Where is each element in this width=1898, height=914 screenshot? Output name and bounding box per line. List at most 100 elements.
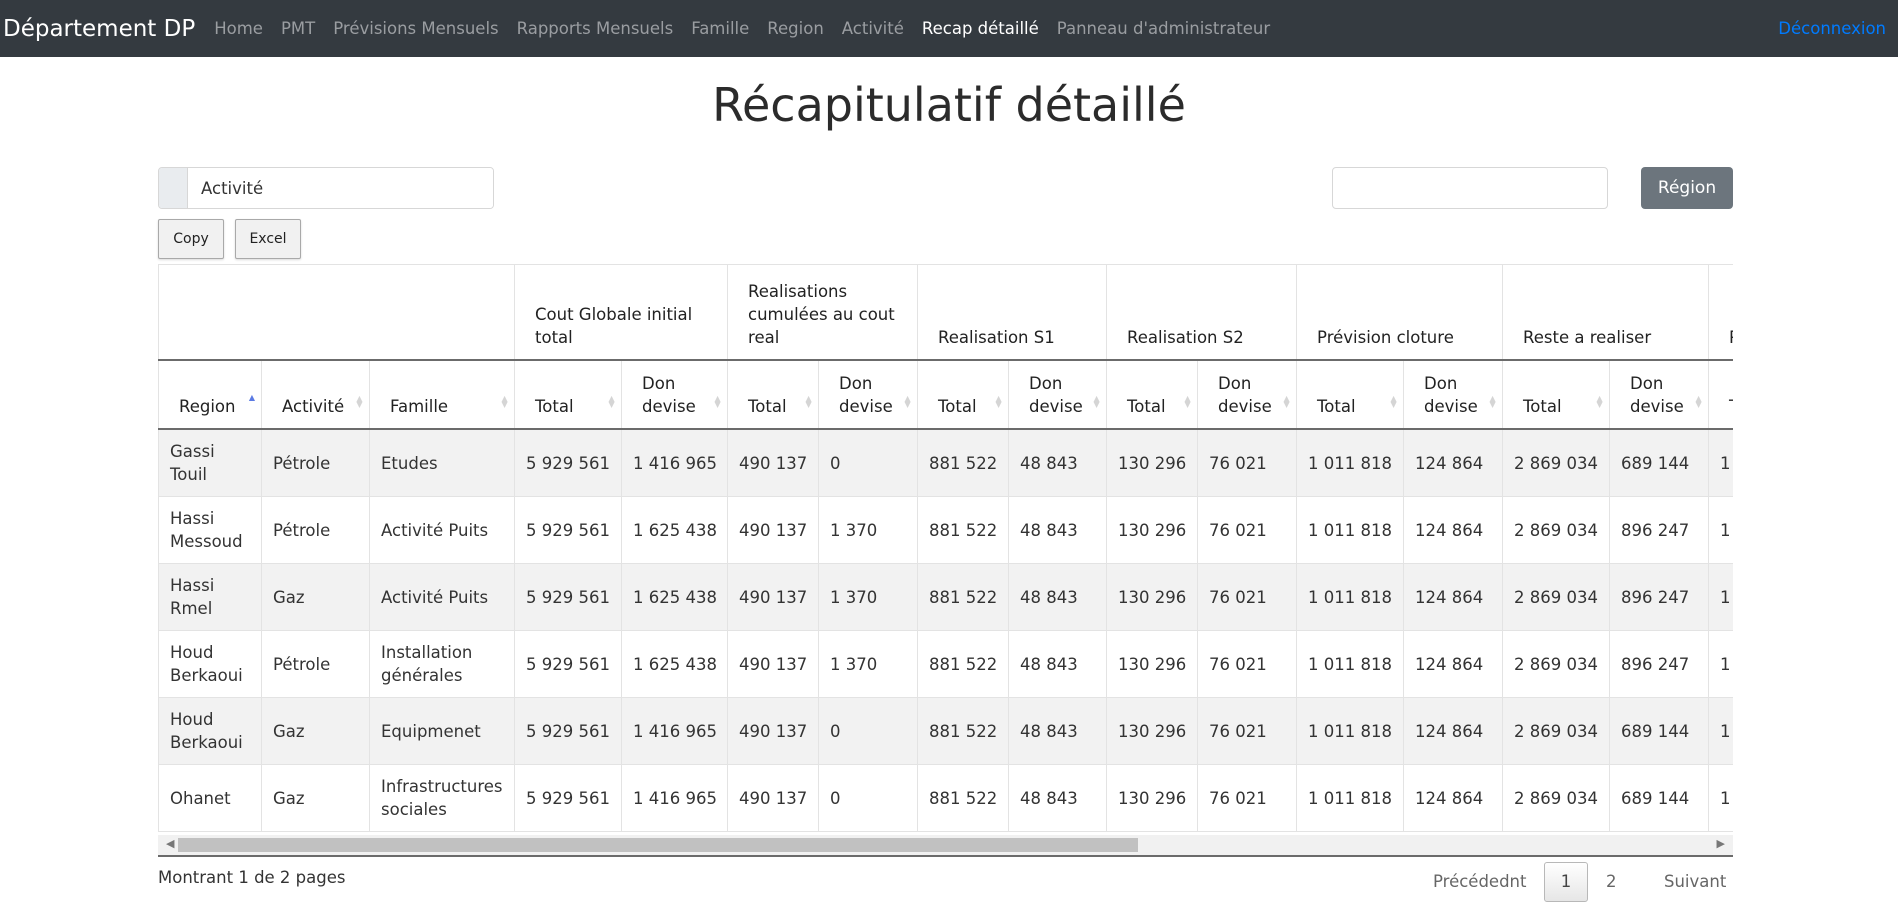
cell-realisations-total: 490 137 [727, 428, 820, 497]
column-header-cout-don-devise[interactable]: Don devise ▲▼ [621, 360, 729, 430]
cell-famille: Activité Puits [368, 563, 516, 631]
cell-activite: Pétrole [261, 630, 370, 698]
brand[interactable]: Département DP [3, 16, 195, 42]
group-header-blank [158, 264, 516, 361]
cell-cout-total: 5 929 561 [514, 496, 623, 564]
column-header-truncated[interactable]: T▲▼ [1708, 360, 1733, 430]
scroll-left-icon[interactable]: ◀ [166, 837, 174, 850]
table-body: Gassi Touil Pétrole Etudes 5 929 561 1 416 9… [158, 428, 1733, 832]
sort-icon: ▲▼ [1694, 394, 1704, 406]
cell-s1-don-devise: 48 843 [1008, 697, 1108, 765]
cell-famille: Etudes [368, 428, 516, 497]
cell-s1-total: 881 522 [917, 697, 1010, 765]
table-row[interactable]: Houd Berkaoui Pétrole Installation général… [158, 630, 1733, 698]
cell-s2-don-devise: 76 021 [1197, 563, 1298, 631]
sort-ascending-icon: ▲ [248, 393, 255, 402]
cell-s2-don-devise: 76 021 [1197, 697, 1298, 765]
nav-link-region[interactable]: Region [758, 19, 833, 38]
logout-link[interactable]: Déconnexion [1778, 0, 1886, 57]
column-header-label: Don devise [1218, 374, 1272, 416]
cell-prevision-total: 1 011 818 [1296, 630, 1405, 698]
nav-link-previsions-mensuels[interactable]: Prévisions Mensuels [324, 19, 507, 38]
table-row[interactable]: Hassi Rmel Gaz Activité Puits 5 929 561 1 62… [158, 563, 1733, 631]
column-header-reste-total[interactable]: Total ▲▼ [1502, 360, 1611, 430]
cell-activite: Pétrole [261, 496, 370, 564]
cell-s1-total: 881 522 [917, 428, 1010, 497]
cell-realisations-total: 490 137 [727, 697, 820, 765]
cell-activite: Pétrole [261, 428, 370, 497]
cell-reste-total: 2 869 034 [1502, 630, 1611, 698]
sort-icon: ▲▼ [1282, 394, 1292, 406]
column-header-famille[interactable]: Famille ▲▼ [368, 360, 516, 430]
column-header-realisations-total[interactable]: Total ▲▼ [727, 360, 820, 430]
sort-icon: ▲▼ [1092, 394, 1102, 406]
cell-realisations-don-devise: 1 370 [818, 496, 919, 564]
table-row[interactable]: Gassi Touil Pétrole Etudes 5 929 561 1 416 9… [158, 428, 1733, 497]
column-header-activite[interactable]: Activité ▲▼ [261, 360, 370, 430]
cell-realisations-total: 490 137 [727, 563, 820, 631]
excel-button[interactable]: Excel [235, 219, 301, 259]
cell-realisations-don-devise: 0 [818, 428, 919, 497]
column-header-s1-total[interactable]: Total ▲▼ [917, 360, 1010, 430]
horizontal-scrollbar[interactable]: ◀ ▶ [158, 835, 1733, 857]
cell-prevision-don-devise: 124 864 [1403, 428, 1504, 497]
pagination-next[interactable]: Suivant [1664, 862, 1726, 902]
cell-cout-don-devise: 1 416 965 [621, 697, 729, 765]
column-header-s2-total[interactable]: Total ▲▼ [1106, 360, 1199, 430]
nav-link-activite[interactable]: Activité [833, 19, 913, 38]
column-header-label: Don devise [642, 374, 696, 416]
table-row[interactable]: Ohanet Gaz Infrastructures sociales 5 929 5… [158, 764, 1733, 832]
cell-reste-don-devise: 896 247 [1609, 496, 1710, 564]
sort-icon: ▲▼ [607, 394, 617, 406]
cell-prevision-don-devise: 124 864 [1403, 563, 1504, 631]
column-header-prevision-total[interactable]: Total ▲▼ [1296, 360, 1405, 430]
cell-region: Houd Berkaoui [158, 697, 262, 765]
nav-link-rapports-mensuels[interactable]: Rapports Mensuels [508, 19, 683, 38]
region-button[interactable]: Région [1641, 167, 1733, 209]
pagination-page-2[interactable]: 2 [1606, 862, 1617, 902]
group-header-prevision-cloture: Prévision cloture [1296, 264, 1504, 361]
copy-button[interactable]: Copy [158, 219, 224, 259]
cell-prevision-don-devise: 124 864 [1403, 630, 1504, 698]
column-header-realisations-don-devise[interactable]: Don devise ▲▼ [818, 360, 919, 430]
cell-prevision-don-devise: 124 864 [1403, 496, 1504, 564]
scroll-right-icon[interactable]: ▶ [1717, 837, 1725, 850]
column-header-s2-don-devise[interactable]: Don devise ▲▼ [1197, 360, 1298, 430]
cell-famille: Infrastructures sociales [368, 764, 516, 832]
table-row[interactable]: Hassi Messoud Pétrole Activité Puits 5 929 … [158, 496, 1733, 564]
activity-filter-addon [159, 168, 188, 208]
column-header-cout-total[interactable]: Total ▲▼ [514, 360, 623, 430]
column-header-s1-don-devise[interactable]: Don devise ▲▼ [1008, 360, 1108, 430]
table-row[interactable]: Houd Berkaoui Gaz Equipmenet 5 929 561 1 416… [158, 697, 1733, 765]
cell-cout-total: 5 929 561 [514, 764, 623, 832]
cell-realisations-total: 490 137 [727, 630, 820, 698]
sort-icon: ▲▼ [994, 394, 1004, 406]
column-header-reste-don-devise[interactable]: Don devise ▲▼ [1609, 360, 1710, 430]
cell-activite: Gaz [261, 697, 370, 765]
nav-link-recap-detaille[interactable]: Recap détaillé [913, 19, 1048, 38]
activity-filter-input[interactable] [188, 168, 493, 208]
sort-icon: ▲▼ [1389, 394, 1399, 406]
nav-link-home[interactable]: Home [205, 19, 272, 38]
nav-link-famille[interactable]: Famille [682, 19, 758, 38]
column-header-region[interactable]: Region ▲ [158, 360, 262, 430]
column-header-label: T [1729, 397, 1733, 416]
scrollbar-thumb[interactable] [178, 838, 1138, 852]
cell-reste-don-devise: 689 144 [1609, 697, 1710, 765]
cell-cout-don-devise: 1 625 438 [621, 563, 729, 631]
cell-reste-total: 2 869 034 [1502, 764, 1611, 832]
pagination-page-1[interactable]: 1 [1544, 862, 1588, 902]
cell-s2-don-devise: 76 021 [1197, 496, 1298, 564]
column-header-prevision-don-devise[interactable]: Don devise ▲▼ [1403, 360, 1504, 430]
nav-link-admin-panel[interactable]: Panneau d'administrateur [1048, 19, 1279, 38]
cell-famille: Activité Puits [368, 496, 516, 564]
cell-region: Hassi Rmel [158, 563, 262, 631]
sort-icon: ▲▼ [903, 394, 913, 406]
region-filter-input[interactable] [1332, 167, 1608, 209]
pagination-previous[interactable]: Précédednt [1433, 862, 1526, 902]
cell-s2-total: 130 296 [1106, 764, 1199, 832]
sort-icon: ▲▼ [713, 394, 723, 406]
recap-table: Cout Globale initial total Realisations … [158, 264, 1733, 832]
nav-link-pmt[interactable]: PMT [272, 19, 324, 38]
cell-s2-don-devise: 76 021 [1197, 630, 1298, 698]
